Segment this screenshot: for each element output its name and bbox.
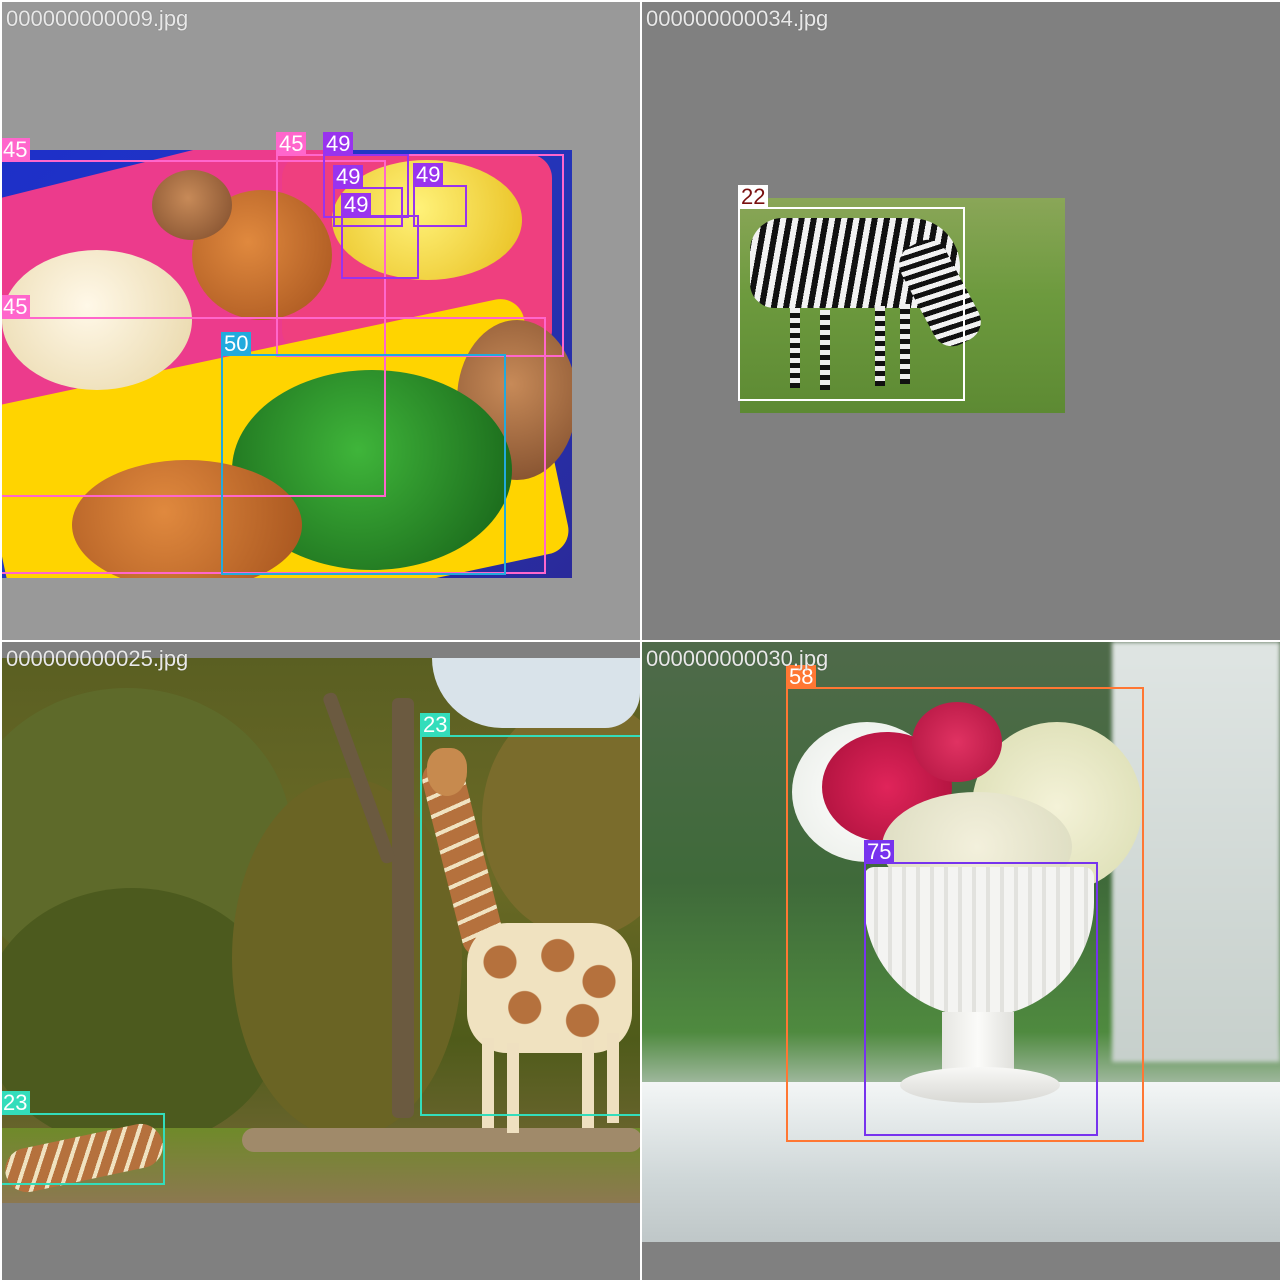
detection-box[interactable]: 49 [413, 163, 467, 227]
tree-trunk [392, 698, 414, 1118]
detection-label: 45 [276, 132, 307, 156]
detection-label: 22 [738, 185, 769, 209]
detection-label: 49 [323, 132, 354, 156]
detection-box[interactable]: 50 [221, 332, 506, 575]
image-tile-2[interactable]: 22 000000000034.jpg [642, 2, 1280, 640]
filename-label: 000000000025.jpg [6, 646, 189, 671]
image-tile-3[interactable]: 23 23 000000000025.jpg [2, 642, 640, 1280]
detection-label: 49 [333, 165, 364, 189]
detection-label: 49 [413, 163, 444, 187]
detection-label: 45 [2, 138, 31, 162]
image-tile-4[interactable]: 58 75 000000000030.jpg [642, 642, 1280, 1280]
detection-box[interactable]: 23 [2, 1091, 165, 1185]
fallen-log [242, 1128, 640, 1152]
image-tile-1[interactable]: 45 45 49 49 49 49 45 50 000000000009.jpg [2, 2, 640, 640]
detection-label: 23 [2, 1091, 31, 1115]
detection-label: 75 [864, 840, 895, 864]
detection-label: 45 [2, 295, 31, 319]
filename-label: 000000000009.jpg [6, 6, 189, 31]
detection-box[interactable]: 23 [420, 713, 640, 1116]
detection-label: 49 [341, 193, 372, 217]
detection-box[interactable]: 22 [738, 185, 965, 401]
detection-label: 23 [420, 713, 451, 737]
filename-label: 000000000034.jpg [646, 6, 829, 31]
detection-label: 50 [221, 332, 252, 356]
detection-box[interactable]: 49 [341, 193, 419, 279]
sky [432, 658, 640, 728]
detection-box[interactable]: 75 [864, 840, 1098, 1136]
filename-label: 000000000030.jpg [646, 646, 829, 671]
